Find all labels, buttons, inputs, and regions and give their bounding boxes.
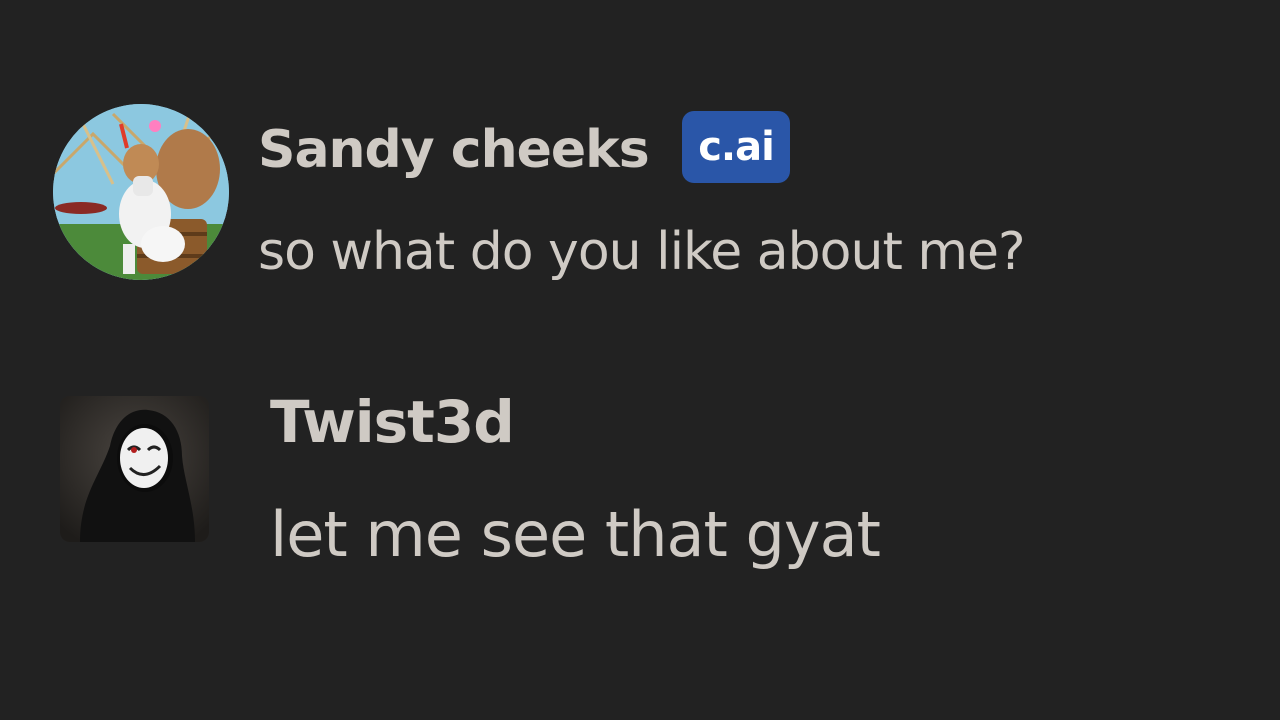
- message-author[interactable]: Sandy cheeks: [258, 124, 650, 176]
- cai-badge: c.ai: [682, 111, 790, 183]
- squirrel-character-avatar-icon: [53, 104, 229, 280]
- hooded-masked-figure-avatar-icon: [60, 396, 209, 542]
- chat-view: Sandy cheeks c.ai so what do you like ab…: [0, 0, 1280, 720]
- avatar[interactable]: [53, 104, 229, 280]
- chat-message: Sandy cheeks c.ai so what do you like ab…: [0, 100, 1280, 290]
- chat-message: Twist3d let me see that gyat: [0, 385, 1280, 585]
- message-text: so what do you like about me?: [258, 222, 1026, 282]
- avatar[interactable]: [60, 396, 209, 542]
- message-text: let me see that gyat: [270, 498, 881, 571]
- message-author[interactable]: Twist3d: [270, 393, 515, 451]
